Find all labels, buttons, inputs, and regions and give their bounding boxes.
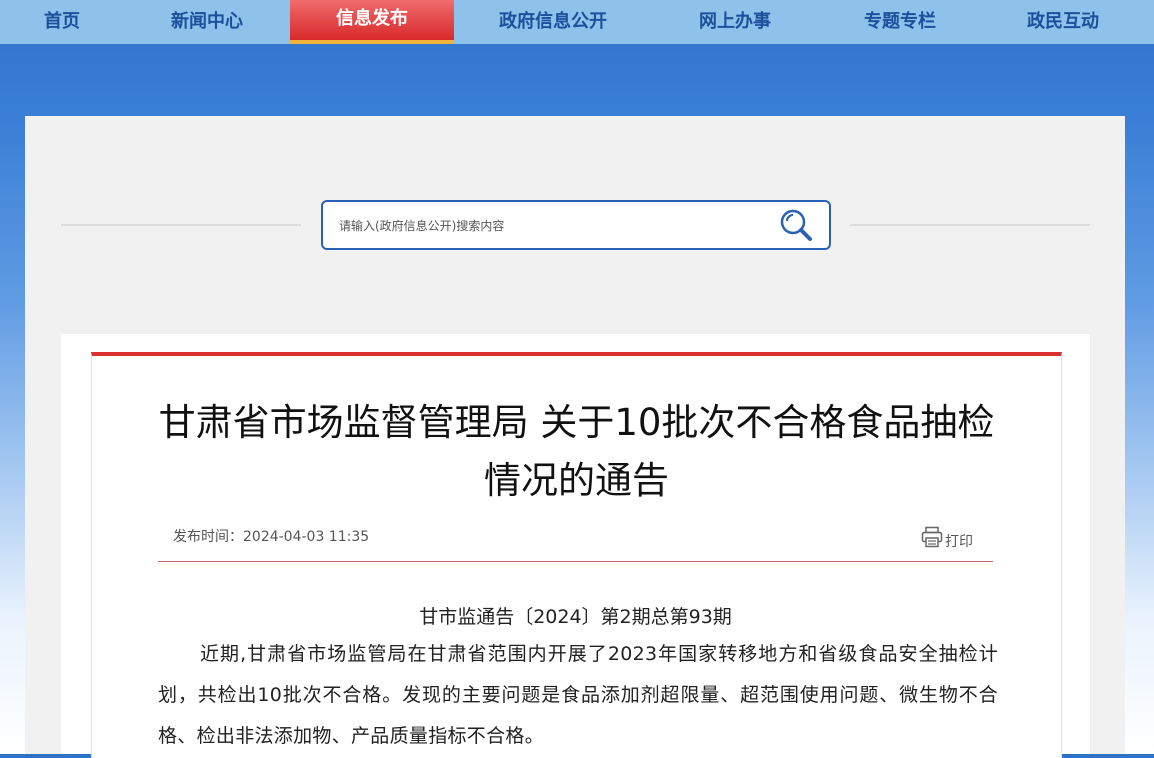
content-panel: 甘肃省市场监督管理局 关于10批次不合格食品抽检情况的通告 发布时间：2024-… [25,116,1125,758]
document-number: 甘市监通告〔2024〕第2期总第93期 [419,606,732,628]
search-divider-right [850,224,1090,226]
article-title: 甘肃省市场监督管理局 关于10批次不合格食品抽检情况的通告 [158,401,995,502]
nav-item-home[interactable]: 首页 [20,0,104,44]
search-input[interactable] [337,213,761,239]
search-icon[interactable] [778,207,814,247]
print-label: 打印 [945,534,973,550]
nav-item-info-release[interactable]: 信息发布 [290,0,454,44]
article-paragraph: 近期,甘肃省市场监管局在甘肃省范围内开展了2023年国家转移地方和省级食品安全抽… [158,643,998,747]
meta-divider [158,561,993,562]
search-divider-left [61,224,301,226]
nav-item-gov-info-disclosure[interactable]: 政府信息公开 [490,0,616,44]
nav-item-online-services[interactable]: 网上办事 [690,0,780,44]
nav-item-news-center[interactable]: 新闻中心 [160,0,254,44]
printer-icon [921,526,943,552]
nav-item-public-interaction[interactable]: 政民互动 [1018,0,1108,44]
search-box [321,200,831,250]
article-card: 甘肃省市场监督管理局 关于10批次不合格食品抽检情况的通告 发布时间：2024-… [61,334,1090,758]
nav-item-special-topics[interactable]: 专题专栏 [855,0,945,44]
article: 甘肃省市场监督管理局 关于10批次不合格食品抽检情况的通告 发布时间：2024-… [91,352,1062,758]
top-navigation: 首页 新闻中心 信息发布 政府信息公开 网上办事 专题专栏 政民互动 [0,0,1154,44]
publish-time: 发布时间：2024-04-03 11:35 [173,529,370,545]
